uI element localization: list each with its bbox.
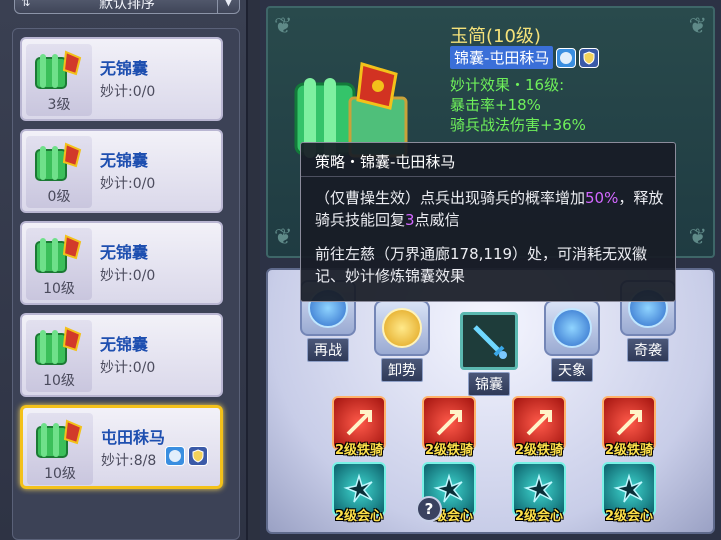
scroll-icon — [35, 142, 82, 181]
node-tianxiang[interactable]: 天象 — [544, 300, 600, 382]
chevron-down-icon[interactable]: ▼ — [217, 0, 239, 13]
fan-icon — [165, 446, 185, 466]
effect-heading: 妙计效果・16级: — [450, 76, 565, 94]
list-item[interactable]: 10级 无锦囊 妙计:0/0 — [20, 313, 223, 397]
node-label: 锦囊 — [468, 372, 510, 396]
tooltip-title: 策略・锦囊-屯田秣马 — [301, 143, 675, 177]
tooltip-text: （仅曹操生效）点兵出现骑兵的概率增加 — [315, 189, 586, 207]
item-count: 妙计:0/0 — [100, 176, 156, 192]
tooltip-text: 点威信 — [414, 211, 460, 229]
tooltip-highlight: 50% — [585, 189, 619, 207]
scroll-icon — [35, 234, 82, 273]
item-title: 玉简(10级) — [450, 26, 541, 47]
chip-label: 2级会心 — [514, 509, 564, 524]
item-name: 无锦囊 — [100, 59, 149, 78]
tooltip-path: 前往左慈（万界通廊178,119）处，可消耗无双徽记、妙计修炼锦囊效果 — [315, 245, 648, 285]
effect-crit: 暴击率+18% — [450, 96, 541, 114]
chip-tieqi[interactable]: 2级铁骑 — [332, 396, 386, 458]
sort-label: 默认排序 — [99, 0, 155, 12]
chip-huixin[interactable]: 2级会心 — [512, 462, 566, 524]
cloud-ornament-icon: ❦ — [274, 225, 293, 250]
shield-icon — [374, 300, 430, 356]
chip-huixin[interactable]: 2级会心 — [332, 462, 386, 524]
cloud-ornament-icon: ❦ — [688, 14, 707, 39]
strategy-tooltip: 策略・锦囊-屯田秣马 （仅曹操生效）点兵出现骑兵的概率增加50%，释放骑兵技能回… — [300, 142, 676, 302]
item-subtitle: 锦囊-屯田秣马 — [450, 46, 554, 69]
chip-label: 2级铁骑 — [514, 443, 564, 458]
shield-icon — [188, 446, 208, 466]
list-item-selected[interactable]: 10级 屯田秣马 妙计:8/8 — [20, 405, 223, 489]
item-level: 10级 — [43, 373, 75, 389]
chip-label: 2级铁骑 — [424, 443, 474, 458]
skill-tree: 再战 卸势 锦囊 天象 奇袭 2级铁骑 2级铁骑 2级铁骑 2级铁骑 2级会心 … — [266, 268, 715, 534]
scroll-icon — [35, 326, 82, 365]
item-level: 0级 — [47, 189, 71, 205]
chip-label: 2级会心 — [604, 509, 654, 524]
list-item[interactable]: 0级 无锦囊 妙计:0/0 — [20, 129, 223, 213]
node-xieshi[interactable]: 卸势 — [374, 300, 430, 382]
item-level: 10级 — [44, 466, 76, 482]
node-label: 奇袭 — [627, 338, 669, 362]
chip-label: 2级铁骑 — [334, 443, 384, 458]
scroll-icon — [35, 50, 82, 89]
item-thumbnail: 3级 — [26, 44, 92, 116]
fan-icon — [544, 300, 600, 356]
item-name: 无锦囊 — [100, 335, 149, 354]
chip-huixin[interactable]: 2级会心 — [602, 462, 656, 524]
cloud-ornament-icon: ❦ — [688, 225, 707, 250]
item-thumbnail: 10级 — [26, 228, 92, 300]
item-subtitle-row: 锦囊-屯田秣马 — [450, 46, 600, 69]
chip-tieqi[interactable]: 2级铁骑 — [512, 396, 566, 458]
node-label: 天象 — [551, 358, 593, 382]
item-count: 妙计:8/8 — [101, 453, 157, 469]
item-badges — [165, 446, 208, 466]
list-item[interactable]: 10级 无锦囊 妙计:0/0 — [20, 221, 223, 305]
item-name: 无锦囊 — [100, 243, 149, 262]
sword-icon — [460, 312, 518, 370]
fan-icon — [556, 47, 577, 68]
node-label: 再战 — [307, 338, 349, 362]
item-count: 妙计:0/0 — [100, 268, 156, 284]
node-label: 卸势 — [381, 358, 423, 382]
sort-icon: ⇅ — [21, 0, 31, 9]
tooltip-body: （仅曹操生效）点兵出现骑兵的概率增加50%，释放骑兵技能回复3点威信 — [315, 187, 665, 231]
item-level: 3级 — [47, 97, 71, 113]
effect-cavalry-damage: 骑兵战法伤害+36% — [450, 116, 586, 134]
item-thumbnail: 10级 — [27, 413, 93, 485]
chip-label: 2级铁骑 — [604, 443, 654, 458]
chip-tieqi[interactable]: 2级铁骑 — [422, 396, 476, 458]
scroll-icon — [36, 419, 83, 458]
jinnang-list: 3级 无锦囊 妙计:0/0 0级 无锦囊 妙计:0/0 10级 无锦囊 妙计:0… — [12, 28, 240, 540]
item-name: 屯田秣马 — [101, 428, 166, 447]
sort-dropdown[interactable]: ⇅ 默认排序 ▼ — [14, 0, 240, 14]
node-jinnang[interactable]: 锦囊 — [460, 312, 518, 396]
item-count: 妙计:0/0 — [100, 84, 156, 100]
item-name: 无锦囊 — [100, 151, 149, 170]
shield-icon — [579, 47, 600, 68]
item-level: 10级 — [43, 281, 75, 297]
item-thumbnail: 0级 — [26, 136, 92, 208]
jinnang-list-panel: ⇅ 默认排序 ▼ 3级 无锦囊 妙计:0/0 0级 无锦囊 妙计:0/0 10级… — [0, 0, 248, 540]
item-thumbnail: 10级 — [26, 320, 92, 392]
list-item[interactable]: 3级 无锦囊 妙计:0/0 — [20, 37, 223, 121]
item-count: 妙计:0/0 — [100, 360, 156, 376]
chip-tieqi[interactable]: 2级铁骑 — [602, 396, 656, 458]
tooltip-highlight: 3 — [405, 211, 415, 229]
chip-label: 2级会心 — [334, 509, 384, 524]
help-button[interactable]: ? — [416, 496, 442, 522]
cloud-ornament-icon: ❦ — [274, 14, 293, 39]
